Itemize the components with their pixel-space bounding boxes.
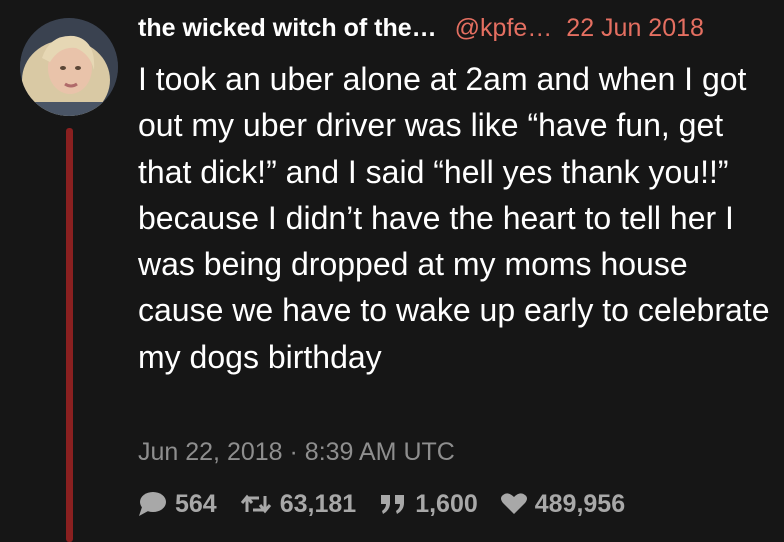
- retweet-icon: [239, 492, 273, 516]
- reply-stat[interactable]: 564: [138, 490, 217, 519]
- comment-icon: [138, 491, 168, 517]
- quote-count: 1,600: [415, 489, 478, 518]
- author-fullname[interactable]: the wicked witch of the…: [138, 14, 437, 43]
- tweet-stats: 564 63,181 1,600 489,956: [138, 486, 647, 522]
- tweet-timestamp[interactable]: Jun 22, 2018 · 8:39 AM UTC: [138, 438, 455, 467]
- tweet-header: the wicked witch of the… @kpfe… 22 Jun 2…: [138, 14, 768, 48]
- tweet: the wicked witch of the… @kpfe… 22 Jun 2…: [0, 0, 784, 542]
- quote-stat[interactable]: 1,600: [378, 490, 478, 519]
- retweet-count: 63,181: [279, 489, 357, 518]
- like-count: 489,956: [534, 489, 626, 518]
- retweet-stat[interactable]: 63,181: [239, 490, 356, 519]
- quote-icon: [378, 492, 408, 516]
- tweet-date-link[interactable]: 22 Jun 2018: [566, 14, 704, 43]
- heart-icon: [500, 492, 528, 516]
- reply-count: 564: [175, 489, 217, 518]
- like-stat[interactable]: 489,956: [500, 490, 625, 519]
- thread-line: [66, 128, 73, 542]
- tweet-content: I took an uber alone at 2am and when I g…: [138, 61, 770, 375]
- avatar[interactable]: [20, 18, 118, 116]
- author-username[interactable]: @kpfe…: [455, 14, 553, 43]
